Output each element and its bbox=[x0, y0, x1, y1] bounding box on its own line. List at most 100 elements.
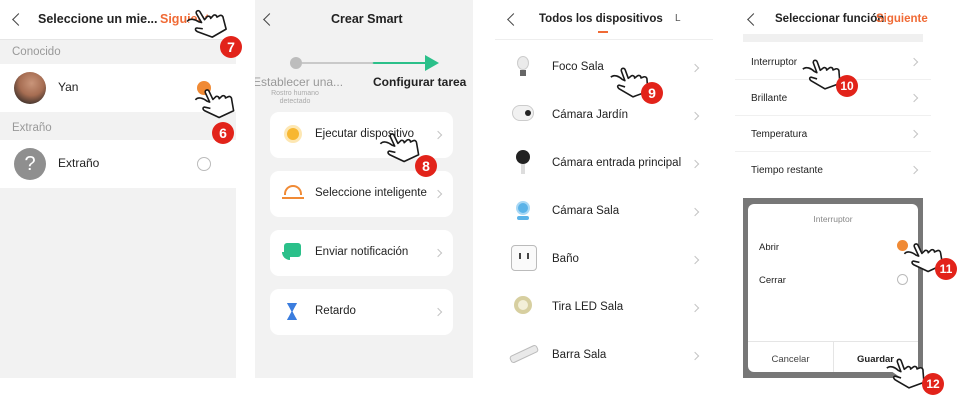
chevron-right-icon bbox=[433, 130, 443, 140]
active-tab-indicator bbox=[598, 31, 608, 33]
function-row-temperature[interactable]: Temperatura bbox=[735, 116, 931, 152]
chevron-right-icon bbox=[690, 159, 700, 169]
page-title: Seleccionar función bbox=[775, 13, 885, 25]
notification-icon-tail bbox=[282, 252, 290, 260]
camera-lens bbox=[525, 110, 531, 116]
action-label: Enviar notificación bbox=[315, 246, 409, 258]
screen-create-smart: Crear Smart Establecer una... Rostro hum… bbox=[255, 0, 473, 378]
stranger-row[interactable]: ? Extraño bbox=[0, 140, 236, 188]
step2-arrow-icon bbox=[425, 55, 439, 71]
chevron-right-icon bbox=[690, 255, 700, 265]
progress-stepper: Establecer una... Rostro humano detectad… bbox=[255, 40, 473, 120]
device-name: Baño bbox=[552, 253, 579, 265]
step-badge-8: 8 bbox=[415, 155, 437, 177]
back-icon[interactable] bbox=[12, 13, 25, 26]
header-divider bbox=[743, 34, 923, 42]
step1-sublabel: Rostro humano detectado bbox=[271, 90, 319, 105]
device-row-barra-sala[interactable]: Barra Sala bbox=[495, 332, 713, 378]
option-close-label[interactable]: Cerrar bbox=[759, 275, 786, 286]
function-label: Temperatura bbox=[751, 129, 808, 140]
cancel-button[interactable]: Cancelar bbox=[748, 354, 833, 365]
chevron-right-icon bbox=[433, 189, 443, 199]
back-icon[interactable] bbox=[747, 13, 760, 26]
step-badge-10: 10 bbox=[836, 75, 858, 97]
chevron-right-icon bbox=[909, 57, 919, 67]
outlet-slots bbox=[519, 253, 529, 259]
chevron-right-icon bbox=[690, 303, 700, 313]
device-name: Cámara entrada principal bbox=[552, 157, 682, 169]
action-card-smart-select[interactable]: Seleccione inteligente bbox=[270, 171, 453, 217]
function-label: Interruptor bbox=[751, 57, 798, 68]
sun-icon bbox=[287, 128, 299, 140]
function-row-remaining-time[interactable]: Tiempo restante bbox=[735, 152, 931, 188]
action-card-send-notification[interactable]: Enviar notificación bbox=[270, 230, 453, 276]
page-title: Crear Smart bbox=[331, 12, 403, 26]
chevron-right-icon bbox=[690, 111, 700, 121]
function-label: Brillante bbox=[751, 93, 788, 104]
step-badge-7: 7 bbox=[220, 36, 242, 58]
chevron-right-icon bbox=[909, 165, 919, 175]
chevron-right-icon bbox=[433, 307, 443, 317]
device-row-bano[interactable]: Baño bbox=[495, 236, 713, 284]
device-name: Cámara Jardín bbox=[552, 109, 629, 121]
action-card-delay[interactable]: Retardo bbox=[270, 289, 453, 335]
action-label: Seleccione inteligente bbox=[315, 187, 427, 199]
camera-icon bbox=[516, 150, 530, 164]
action-label: Retardo bbox=[315, 305, 356, 317]
back-icon[interactable] bbox=[263, 13, 276, 26]
device-row-camara-sala[interactable]: Cámara Sala bbox=[495, 188, 713, 236]
device-name: Tira LED Sala bbox=[552, 301, 624, 313]
member-name: Yan bbox=[58, 80, 79, 94]
chevron-right-icon bbox=[433, 248, 443, 258]
device-name: Foco Sala bbox=[552, 61, 604, 73]
dialog-overlay: Interruptor Abrir Cerrar Cancelar Guarda… bbox=[743, 198, 923, 378]
dialog-title: Interruptor bbox=[813, 214, 853, 224]
stranger-name: Extraño bbox=[58, 156, 100, 170]
option-close-radio[interactable] bbox=[897, 274, 908, 285]
camera-stand bbox=[521, 164, 525, 174]
back-icon[interactable] bbox=[507, 13, 520, 26]
page-title: Seleccione un mie... bbox=[38, 12, 158, 26]
chevron-right-icon bbox=[690, 207, 700, 217]
chevron-right-icon bbox=[909, 129, 919, 139]
avatar bbox=[14, 72, 46, 104]
device-row-foco-sala[interactable]: Foco Sala bbox=[495, 44, 713, 92]
device-row-camara-jardin[interactable]: Cámara Jardín bbox=[495, 92, 713, 140]
bulb-icon bbox=[517, 56, 529, 70]
device-name: Cámara Sala bbox=[552, 205, 620, 217]
stranger-radio[interactable] bbox=[197, 157, 211, 171]
chevron-right-icon bbox=[909, 93, 919, 103]
step-badge-11: 11 bbox=[935, 258, 957, 280]
step-badge-6: 6 bbox=[212, 122, 234, 144]
step-badge-12: 12 bbox=[922, 373, 944, 395]
section-known-label: Conocido bbox=[12, 46, 61, 58]
device-row-camara-entrada[interactable]: Cámara entrada principal bbox=[495, 140, 713, 188]
bulb-base bbox=[520, 70, 526, 76]
device-row-tira-led[interactable]: Tira LED Sala bbox=[495, 284, 713, 332]
nav-bar: Todos los dispositivos L bbox=[495, 0, 713, 40]
power-strip-icon bbox=[508, 344, 540, 364]
step1-label: Establecer una... bbox=[255, 75, 344, 89]
step-badge-9: 9 bbox=[641, 82, 663, 104]
chevron-right-icon bbox=[690, 63, 700, 73]
hourglass-body bbox=[287, 303, 297, 320]
step-line bbox=[302, 62, 430, 64]
screen-select-member: Seleccione un mie... Siguiente Conocido … bbox=[0, 0, 236, 378]
camera-base bbox=[517, 216, 529, 220]
screen-all-devices: Todos los dispositivos L Foco Sala Cámar… bbox=[495, 0, 713, 378]
device-name: Barra Sala bbox=[552, 349, 607, 361]
step1-dot bbox=[290, 57, 302, 69]
function-label: Tiempo restante bbox=[751, 165, 823, 176]
tab-partial[interactable]: L bbox=[675, 13, 681, 24]
step2-label: Configurar tarea bbox=[373, 75, 467, 89]
option-open-label[interactable]: Abrir bbox=[759, 242, 779, 253]
led-strip-icon bbox=[514, 296, 532, 314]
nav-bar: Crear Smart bbox=[255, 0, 473, 40]
next-button[interactable]: Siguiente bbox=[876, 13, 928, 25]
section-stranger-label: Extraño bbox=[12, 122, 52, 134]
camera-icon bbox=[516, 201, 530, 215]
switch-dialog: Interruptor Abrir Cerrar Cancelar Guarda… bbox=[748, 204, 918, 372]
sunset-icon bbox=[284, 185, 302, 195]
tab-all-devices[interactable]: Todos los dispositivos bbox=[539, 13, 663, 25]
sunset-horizon bbox=[282, 197, 304, 199]
